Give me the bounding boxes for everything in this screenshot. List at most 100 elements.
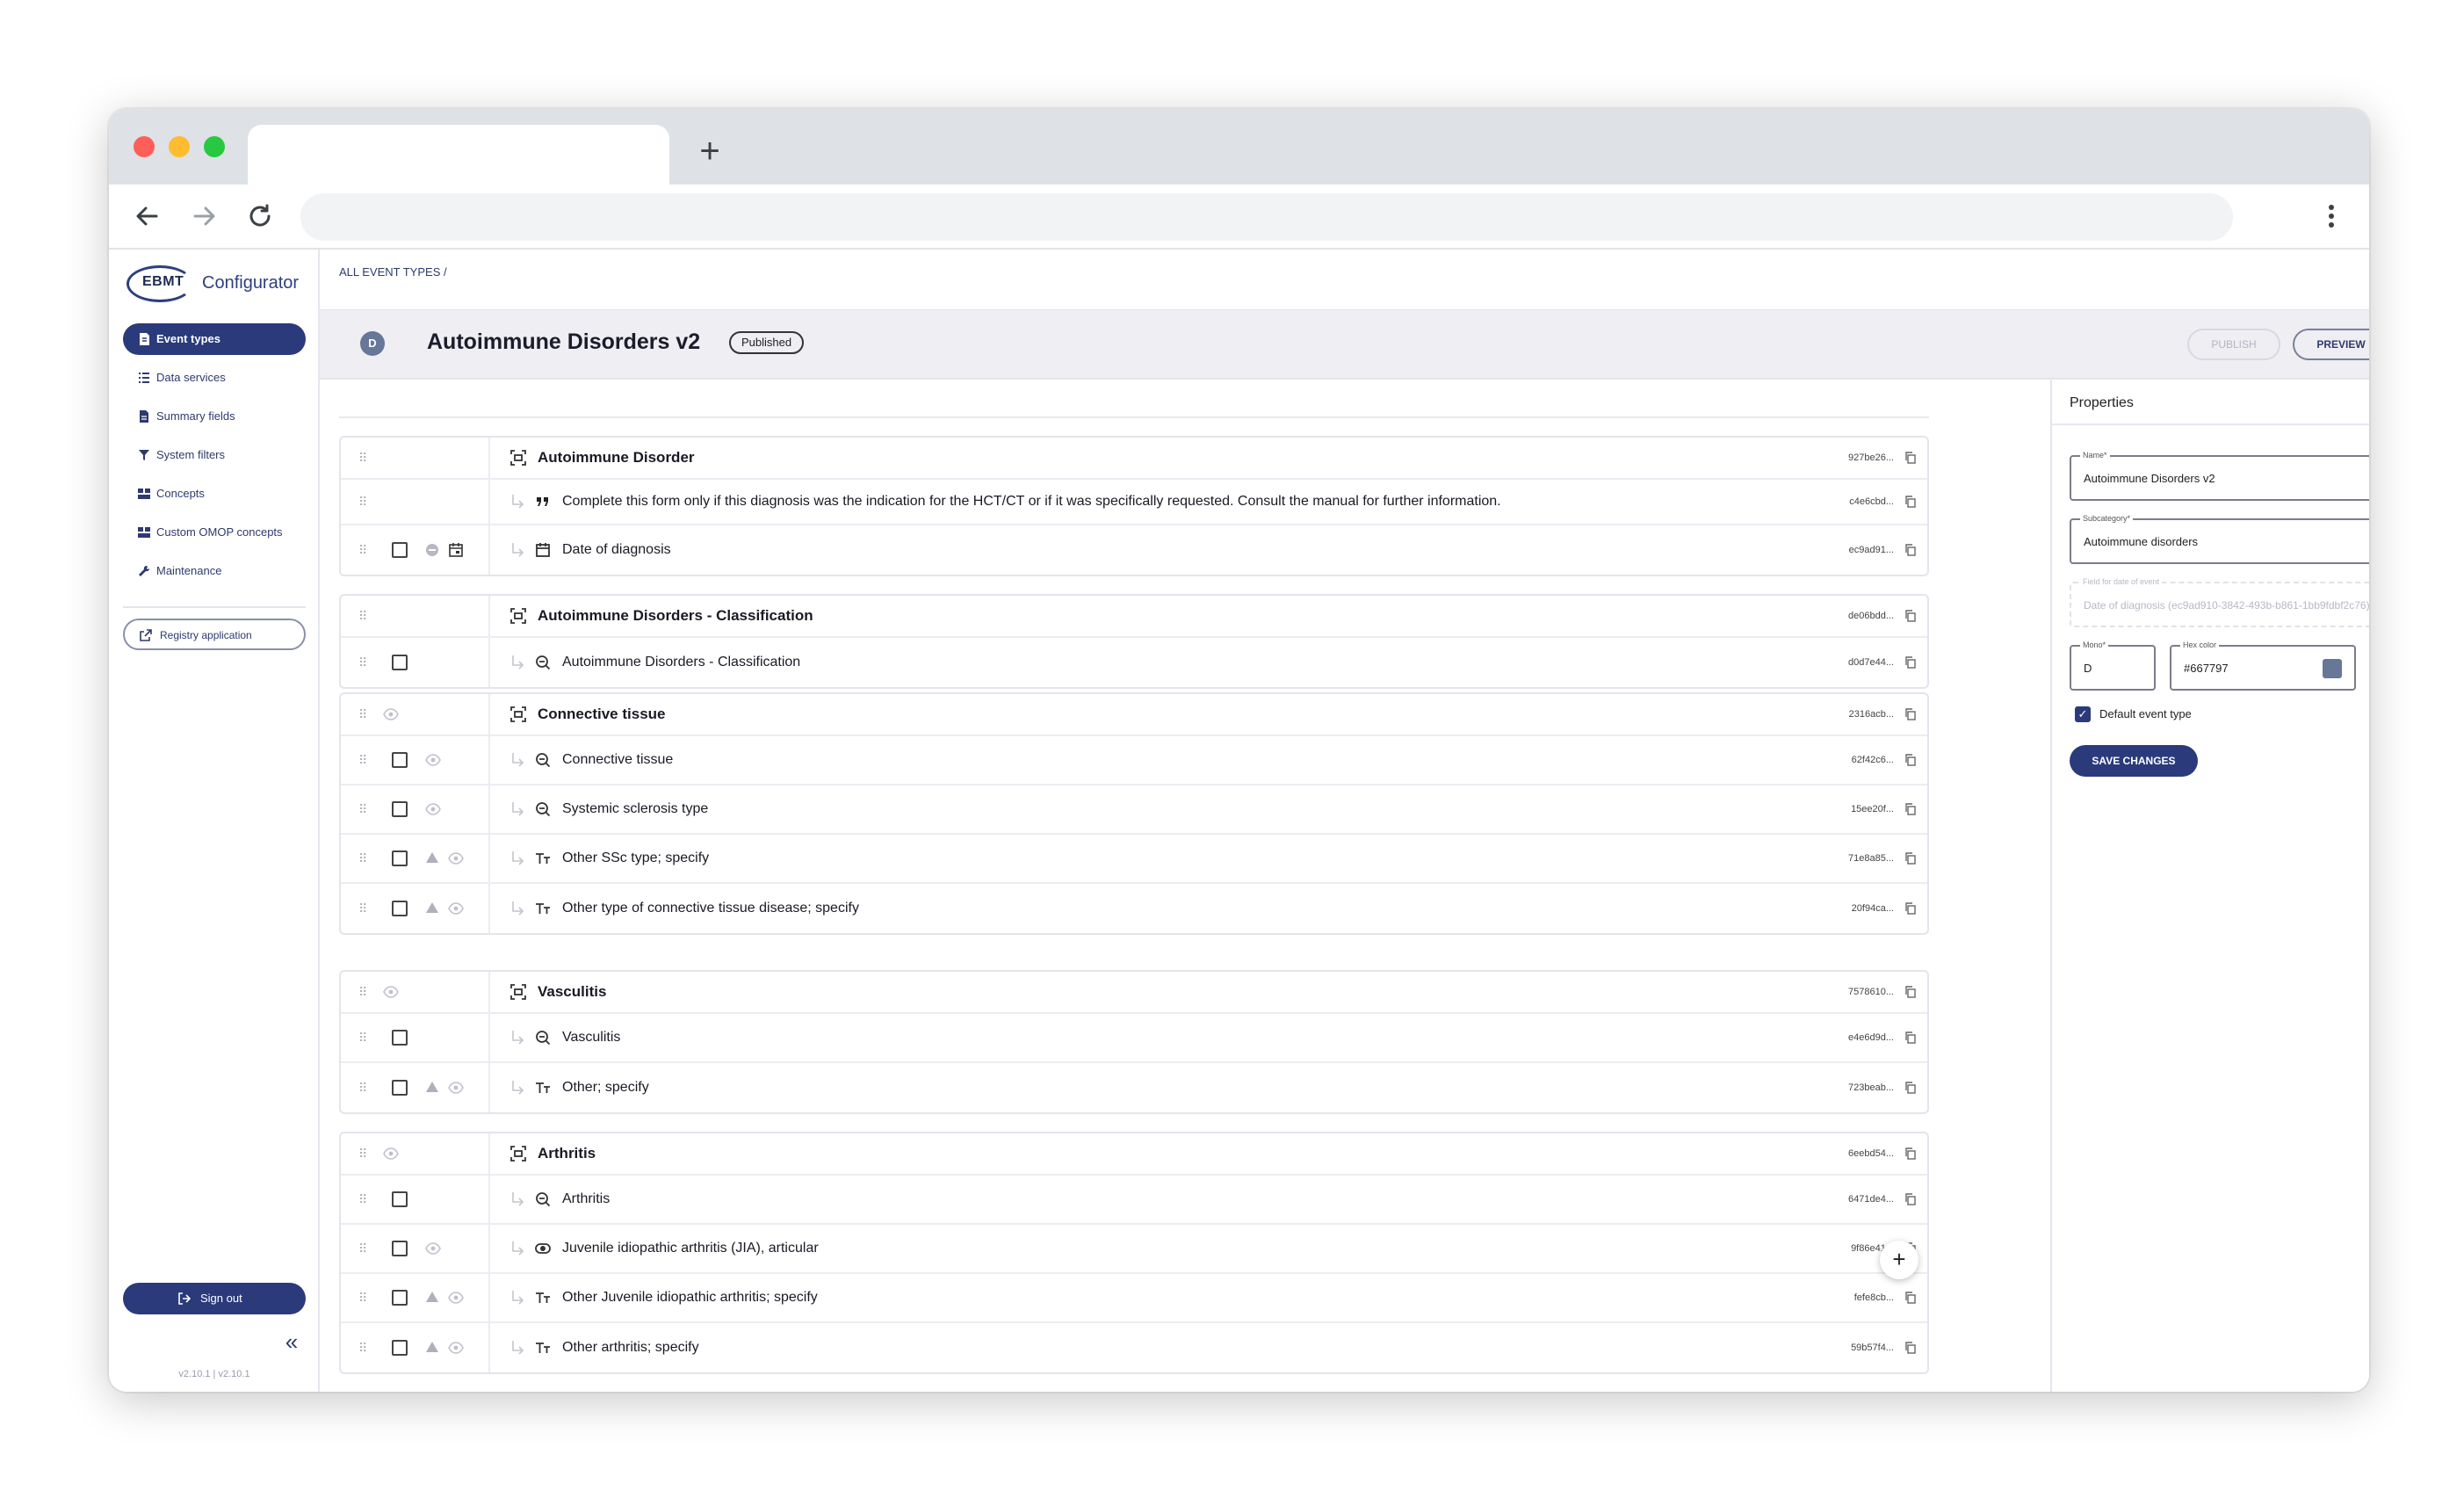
sidebar-item-concepts[interactable]: Concepts — [123, 478, 306, 510]
copy-icon[interactable] — [1904, 852, 1917, 865]
field-row[interactable]: ⠿ Juvenile idiopathic arthritis (JIA), ar… — [341, 1225, 1927, 1274]
copy-icon[interactable] — [1904, 708, 1917, 720]
copy-icon[interactable] — [1904, 544, 1917, 556]
browser-tab[interactable] — [248, 125, 669, 185]
copy-icon[interactable] — [1904, 803, 1917, 815]
visibility-icon[interactable] — [425, 754, 441, 766]
copy-icon[interactable] — [1904, 610, 1917, 622]
color-swatch[interactable] — [2323, 659, 2342, 678]
visibility-icon[interactable] — [448, 1082, 464, 1094]
row-checkbox[interactable] — [392, 901, 408, 916]
browser-menu-icon[interactable] — [2323, 199, 2340, 234]
copy-icon[interactable] — [1904, 1193, 1917, 1205]
section-row[interactable]: ⠿ Autoimmune Disorder 927be26... — [341, 438, 1927, 480]
copy-icon[interactable] — [1904, 754, 1917, 766]
section-row[interactable]: ⠿ Connective tissue 2316acb... — [341, 694, 1927, 736]
visibility-icon[interactable] — [425, 1242, 441, 1255]
visibility-icon[interactable] — [448, 1292, 464, 1304]
back-arrow-icon[interactable] — [130, 199, 165, 234]
field-row[interactable]: ⠿ Other arthritis; specify 59b57f4... — [341, 1323, 1927, 1372]
drag-handle-icon[interactable]: ⠿ — [358, 1081, 371, 1095]
sidebar-item-summary-fields[interactable]: Summary fields — [123, 401, 306, 432]
visibility-icon[interactable] — [448, 852, 464, 865]
copy-icon[interactable] — [1904, 1031, 1917, 1044]
close-window-button[interactable] — [134, 136, 155, 157]
section-row[interactable]: ⠿ Arthritis 6eebd54... — [341, 1133, 1927, 1176]
field-row[interactable]: ⠿ Other SSc type; specify 71e8a85... — [341, 835, 1927, 884]
row-checkbox[interactable] — [392, 1030, 408, 1046]
mono-field[interactable]: Mono* D — [2070, 640, 2156, 691]
drag-handle-icon[interactable]: ⠿ — [358, 985, 371, 999]
row-checkbox[interactable] — [392, 542, 408, 558]
drag-handle-icon[interactable]: ⠿ — [358, 609, 371, 623]
copy-icon[interactable] — [1904, 1082, 1917, 1094]
sidebar-item-event-types[interactable]: Event types — [123, 323, 306, 355]
drag-handle-icon[interactable]: ⠿ — [358, 802, 371, 816]
default-event-type-checkbox[interactable]: ✓ — [2075, 706, 2091, 722]
row-checkbox[interactable] — [392, 1241, 408, 1256]
copy-icon[interactable] — [1904, 1147, 1917, 1160]
name-field[interactable]: Name* Autoimmune Disorders v2 — [2070, 450, 2369, 501]
sidebar-item-custom-omop-concepts[interactable]: Custom OMOP concepts — [123, 517, 306, 548]
field-row[interactable]: ⠿ Date of diagnosis ec9ad91... — [341, 525, 1927, 575]
field-row[interactable]: ⠿ Arthritis 6471de4... — [341, 1176, 1927, 1225]
drag-handle-icon[interactable]: ⠿ — [358, 1192, 371, 1206]
visibility-icon[interactable] — [383, 708, 399, 720]
registry-application-button[interactable]: Registry application — [123, 619, 306, 650]
hex-color-field[interactable]: Hex color #667797 — [2170, 640, 2356, 691]
drag-handle-icon[interactable]: ⠿ — [358, 1031, 371, 1045]
field-row[interactable]: ⠿ Systemic sclerosis type 15ee20f... — [341, 785, 1927, 835]
visibility-icon[interactable] — [448, 1342, 464, 1354]
collapse-sidebar-icon[interactable]: « — [281, 1330, 302, 1353]
visibility-icon[interactable] — [383, 986, 399, 998]
forward-arrow-icon[interactable] — [186, 199, 221, 234]
copy-icon[interactable] — [1904, 656, 1917, 669]
drag-handle-icon[interactable]: ⠿ — [358, 1291, 371, 1305]
row-checkbox[interactable] — [392, 1080, 408, 1096]
drag-handle-icon[interactable]: ⠿ — [358, 1241, 371, 1256]
app-logo[interactable]: EBMT Configurator — [126, 264, 302, 306]
drag-handle-icon[interactable]: ⠿ — [358, 1147, 371, 1161]
preview-button[interactable]: PREVIEW — [2293, 329, 2369, 360]
copy-icon[interactable] — [1904, 452, 1917, 464]
copy-icon[interactable] — [1904, 1342, 1917, 1354]
section-row[interactable]: ⠿ Vasculitis 7578610... — [341, 972, 1927, 1014]
minus-circle-icon[interactable] — [425, 543, 439, 557]
field-row[interactable]: ⠿ Vasculitis e4e6d9d... — [341, 1014, 1927, 1063]
field-row[interactable]: ⠿ Complete this form only if this diagnos… — [341, 480, 1927, 525]
row-checkbox[interactable] — [392, 752, 408, 768]
sidebar-item-maintenance[interactable]: Maintenance — [123, 555, 306, 587]
copy-icon[interactable] — [1904, 902, 1917, 915]
sidebar-item-data-services[interactable]: Data services — [123, 362, 306, 394]
drag-handle-icon[interactable]: ⠿ — [358, 451, 371, 465]
drag-handle-icon[interactable]: ⠿ — [358, 655, 371, 670]
minimize-window-button[interactable] — [169, 136, 190, 157]
row-checkbox[interactable] — [392, 655, 408, 670]
drag-handle-icon[interactable]: ⠿ — [358, 901, 371, 916]
visibility-icon[interactable] — [383, 1147, 399, 1160]
drag-handle-icon[interactable]: ⠿ — [358, 753, 371, 767]
subcategory-select[interactable]: Subcategory* Autoimmune disorders — [2070, 513, 2369, 564]
row-checkbox[interactable] — [392, 1191, 408, 1207]
publish-button[interactable]: PUBLISH — [2187, 329, 2280, 360]
sign-out-button[interactable]: Sign out — [123, 1283, 306, 1314]
save-changes-button[interactable]: SAVE CHANGES — [2070, 745, 2198, 777]
address-bar[interactable] — [300, 193, 2233, 241]
date-icon[interactable] — [448, 542, 464, 558]
copy-icon[interactable] — [1904, 986, 1917, 998]
section-row[interactable]: ⠿ Autoimmune Disorders - Classification de… — [341, 596, 1927, 638]
field-row[interactable]: ⠿ Other; specify 723beab... — [341, 1063, 1927, 1112]
breadcrumb[interactable]: ALL EVENT TYPES / — [339, 265, 447, 279]
row-checkbox[interactable] — [392, 1290, 408, 1306]
drag-handle-icon[interactable]: ⠿ — [358, 543, 371, 557]
drag-handle-icon[interactable]: ⠿ — [358, 495, 371, 509]
sidebar-item-system-filters[interactable]: System filters — [123, 439, 306, 471]
copy-icon[interactable] — [1904, 496, 1917, 508]
field-row[interactable]: ⠿ Other type of connective tissue disease… — [341, 884, 1927, 933]
row-checkbox[interactable] — [392, 850, 408, 866]
copy-icon[interactable] — [1904, 1292, 1917, 1304]
add-field-button[interactable]: + — [1880, 1241, 1918, 1279]
row-checkbox[interactable] — [392, 1340, 408, 1356]
field-row[interactable]: ⠿ Autoimmune Disorders - Classification d0… — [341, 638, 1927, 687]
drag-handle-icon[interactable]: ⠿ — [358, 707, 371, 721]
